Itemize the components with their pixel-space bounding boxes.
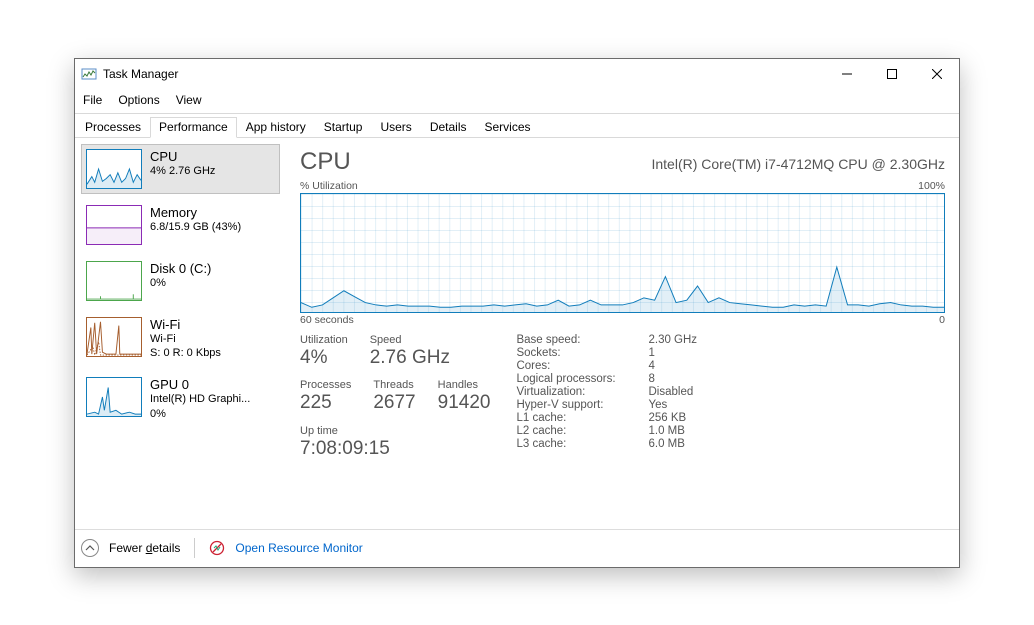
cpu-info-table: Base speed: 2.30 GHz Sockets: 1 Cores: 4… [516,334,697,523]
handles-value: 91420 [438,391,491,415]
chart-x-end: 0 [939,314,945,326]
sidebar-item-wifi[interactable]: Wi-Fi Wi-Fi S: 0 R: 0 Kbps [81,312,280,366]
footer: Fewer details Open Resource Monitor [75,529,959,567]
sidebar-item-gpu[interactable]: GPU 0 Intel(R) HD Graphi... 0% [81,372,280,426]
processes-value: 225 [300,391,351,415]
base-speed-label: Base speed: [516,334,638,346]
memory-thumb-icon [86,205,142,245]
fewer-details-label[interactable]: Fewer details [109,541,180,555]
disk-thumb-icon [86,261,142,301]
l1-label: L1 cache: [516,412,638,424]
page-title: CPU [300,148,351,176]
task-manager-window: Task Manager File Options View Processes… [74,58,960,568]
tab-services[interactable]: Services [476,117,540,138]
menu-file[interactable]: File [81,91,104,109]
virtualization-label: Virtualization: [516,386,638,398]
wifi-thumb-icon [86,317,142,357]
tab-details[interactable]: Details [421,117,476,138]
chevron-up-icon [85,543,95,553]
maximize-button[interactable] [869,59,914,89]
cpu-utilization-chart[interactable] [300,193,945,313]
minimize-button[interactable] [824,59,869,89]
sidebar-gpu-label: GPU 0 [150,377,250,393]
sidebar-memory-sub: 6.8/15.9 GB (43%) [150,220,241,234]
threads-label: Threads [373,379,415,391]
sidebar-gpu-sub1: Intel(R) HD Graphi... [150,392,250,406]
hyperv-value: Yes [648,399,697,411]
speed-label: Speed [370,334,450,346]
logical-value: 8 [648,373,697,385]
resource-monitor-icon [209,540,225,556]
sidebar-cpu-label: CPU [150,149,215,165]
menu-options[interactable]: Options [116,91,161,109]
chart-y-max: 100% [918,180,945,192]
sidebar-wifi-sub1: Wi-Fi [150,332,221,346]
performance-sidebar: CPU 4% 2.76 GHz Memory 6.8/15.9 GB (43%) [75,138,280,529]
l2-value: 1.0 MB [648,425,697,437]
l3-label: L3 cache: [516,438,638,450]
open-resource-monitor-link[interactable]: Open Resource Monitor [235,541,362,555]
sidebar-item-cpu[interactable]: CPU 4% 2.76 GHz [81,144,280,194]
app-icon [81,66,97,82]
speed-value: 2.76 GHz [370,346,450,370]
cpu-thumb-icon [86,149,142,189]
sockets-label: Sockets: [516,347,638,359]
chart-x-start: 60 seconds [300,314,354,326]
sidebar-item-disk[interactable]: Disk 0 (C:) 0% [81,256,280,306]
sidebar-disk-sub: 0% [150,276,211,290]
sidebar-wifi-label: Wi-Fi [150,317,221,333]
sockets-value: 1 [648,347,697,359]
utilization-label: Utilization [300,334,348,346]
processes-label: Processes [300,379,351,391]
stats-area: Utilization 4% Speed 2.76 GHz Processes … [300,334,945,523]
uptime-label: Up time [300,425,490,437]
l1-value: 256 KB [648,412,697,424]
tab-processes[interactable]: Processes [76,117,150,138]
base-speed-value: 2.30 GHz [648,334,697,346]
tab-bar: Processes Performance App history Startu… [75,113,959,138]
sidebar-cpu-sub: 4% 2.76 GHz [150,164,215,178]
gpu-thumb-icon [86,377,142,417]
tab-startup[interactable]: Startup [315,117,372,138]
handles-label: Handles [438,379,491,391]
main-panel: CPU Intel(R) Core(TM) i7-4712MQ CPU @ 2.… [280,138,959,529]
threads-value: 2677 [373,391,415,415]
tab-users[interactable]: Users [371,117,420,138]
window-title: Task Manager [103,67,824,81]
virtualization-value: Disabled [648,386,697,398]
separator [194,538,195,558]
fewer-details-button[interactable] [81,539,99,557]
device-name: Intel(R) Core(TM) i7-4712MQ CPU @ 2.30GH… [651,156,945,172]
logical-label: Logical processors: [516,373,638,385]
menu-bar: File Options View [75,89,959,113]
sidebar-gpu-sub2: 0% [150,407,250,421]
cores-label: Cores: [516,360,638,372]
l2-label: L2 cache: [516,425,638,437]
sidebar-item-memory[interactable]: Memory 6.8/15.9 GB (43%) [81,200,280,250]
menu-view[interactable]: View [174,91,204,109]
l3-value: 6.0 MB [648,438,697,450]
uptime-value: 7:08:09:15 [300,437,490,461]
hyperv-label: Hyper-V support: [516,399,638,411]
sidebar-memory-label: Memory [150,205,241,221]
utilization-value: 4% [300,346,348,370]
sidebar-wifi-sub2: S: 0 R: 0 Kbps [150,346,221,360]
chart-y-label: % Utilization [300,180,358,192]
sidebar-disk-label: Disk 0 (C:) [150,261,211,277]
chart-line-icon [301,194,944,312]
close-button[interactable] [914,59,959,89]
tab-performance[interactable]: Performance [150,117,237,138]
content-area: CPU 4% 2.76 GHz Memory 6.8/15.9 GB (43%) [75,138,959,529]
title-bar[interactable]: Task Manager [75,59,959,89]
tab-app-history[interactable]: App history [237,117,315,138]
cores-value: 4 [648,360,697,372]
window-controls [824,59,959,89]
